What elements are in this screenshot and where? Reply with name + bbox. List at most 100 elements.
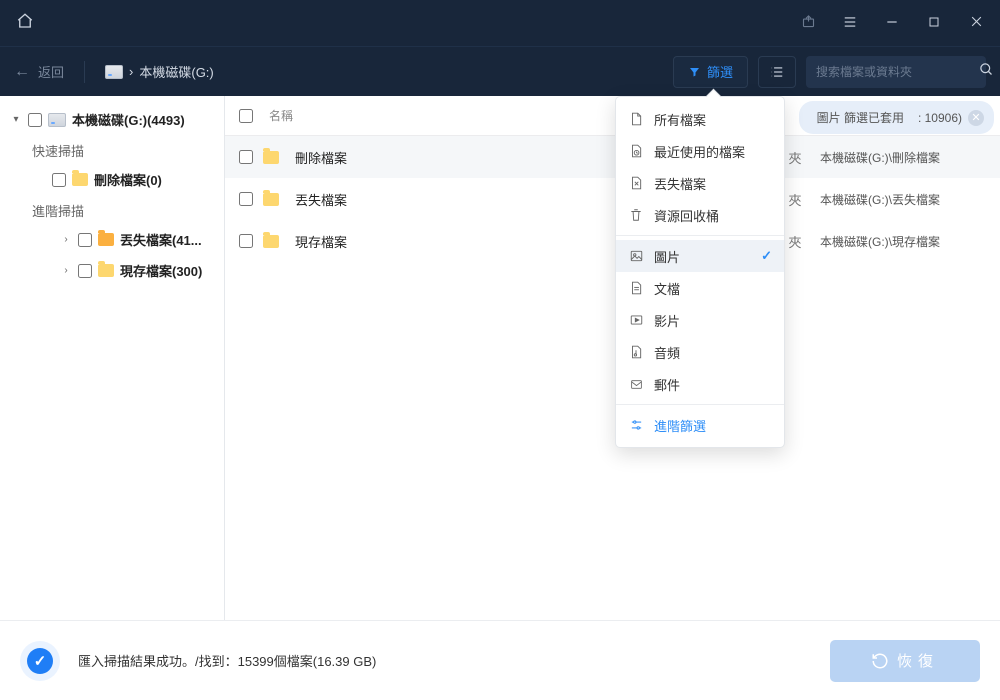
folder-icon (72, 173, 88, 186)
check-icon: ✓ (761, 248, 772, 264)
table-row[interactable]: 刪除檔案 夾 本機磁碟(G:)\刪除檔案 (225, 136, 1000, 178)
lost-file-icon (628, 175, 644, 191)
image-icon (628, 248, 644, 264)
search-box[interactable] (806, 56, 986, 88)
row-checkbox[interactable] (239, 234, 253, 248)
video-icon (628, 312, 644, 328)
status-badge: ✓ (20, 641, 60, 681)
tree-root-checkbox[interactable] (28, 113, 42, 127)
dropdown-item-recent[interactable]: 最近使用的檔案 (616, 135, 784, 167)
chevron-right-icon[interactable]: › (60, 265, 72, 276)
dropdown-item-image[interactable]: 圖片 ✓ (616, 240, 784, 272)
table-row[interactable]: 丟失檔案 夾 本機磁碟(G:)\丟失檔案 (225, 178, 1000, 220)
back-label: 返回 (38, 62, 64, 81)
footer: ✓ 匯入掃描結果成功。/找到：15399個檔案(16.39 GB) 恢復 (0, 620, 1000, 700)
tree-root[interactable]: ▾ 本機磁碟(G:)(4493) (4, 104, 220, 135)
column-header: 名稱 大小 圖片 篩選已套用 : 10906) ✕ (225, 96, 1000, 136)
table-row[interactable]: 現存檔案 夾 本機磁碟(G:)\現存檔案 (225, 220, 1000, 262)
tree-section-quick: 快速掃描 (4, 135, 220, 164)
dropdown-label: 丟失檔案 (654, 174, 706, 193)
tree-item-existing[interactable]: › 現存檔案(300) (4, 255, 220, 286)
sidebar: ▾ 本機磁碟(G:)(4493) 快速掃描 刪除檔案(0) 進階掃描 › 丟失檔… (0, 96, 225, 620)
dropdown-item-recycle[interactable]: 資源回收桶 (616, 199, 784, 231)
tree-item-label: 現存檔案(300) (120, 261, 202, 280)
filter-button[interactable]: 篩選 (673, 56, 748, 88)
filter-chip-label: 圖片 篩選已套用 (809, 106, 912, 129)
dropdown-item-lost[interactable]: 丟失檔案 (616, 167, 784, 199)
view-toggle-button[interactable] (758, 56, 796, 88)
close-button[interactable] (962, 15, 990, 31)
tree-item-checkbox[interactable] (52, 173, 66, 187)
dropdown-item-audio[interactable]: 音頻 (616, 336, 784, 368)
restore-icon (871, 652, 889, 670)
row-path: 本機磁碟(G:)\現存檔案 (820, 233, 1000, 250)
dropdown-item-document[interactable]: 文檔 (616, 272, 784, 304)
file-icon (628, 111, 644, 127)
filter-chip-count: : 10906) (918, 111, 962, 125)
tree-item-lost[interactable]: › 丟失檔案(41... (4, 224, 220, 255)
dropdown-label: 影片 (654, 311, 680, 330)
dropdown-label: 文檔 (654, 279, 680, 298)
dropdown-separator (616, 404, 784, 405)
clock-file-icon (628, 143, 644, 159)
tree-item-label: 丟失檔案(41... (120, 230, 202, 249)
drive-icon (105, 65, 123, 79)
dropdown-item-advanced[interactable]: 進階篩選 (616, 409, 784, 441)
row-checkbox[interactable] (239, 150, 253, 164)
folder-icon (263, 235, 279, 248)
filter-chip-close[interactable]: ✕ (968, 110, 984, 126)
filter-dropdown: 所有檔案 最近使用的檔案 丟失檔案 資源回收桶 圖片 ✓ 文 (615, 96, 785, 448)
tree-section-deep: 進階掃描 (4, 195, 220, 224)
tree-item-checkbox[interactable] (78, 233, 92, 247)
header-bar: ← 返回 › 本機磁碟(G:) 篩選 (0, 46, 1000, 96)
dropdown-label: 最近使用的檔案 (654, 142, 745, 161)
tree-item-label: 刪除檔案(0) (94, 170, 162, 189)
dropdown-item-video[interactable]: 影片 (616, 304, 784, 336)
share-icon[interactable] (794, 14, 822, 32)
breadcrumb[interactable]: › 本機磁碟(G:) (105, 62, 214, 81)
search-input[interactable] (816, 65, 971, 79)
folder-icon (263, 193, 279, 206)
dropdown-label: 所有檔案 (654, 110, 706, 129)
chevron-right-icon[interactable]: › (60, 234, 72, 245)
minimize-button[interactable] (878, 15, 906, 32)
sliders-icon (628, 417, 644, 433)
file-list: 名稱 大小 圖片 篩選已套用 : 10906) ✕ 刪除檔案 夾 本機磁碟(G:… (225, 96, 1000, 620)
recover-label: 恢復 (897, 650, 939, 671)
row-checkbox[interactable] (239, 192, 253, 206)
row-path: 本機磁碟(G:)\丟失檔案 (820, 191, 1000, 208)
main-area: ▾ 本機磁碟(G:)(4493) 快速掃描 刪除檔案(0) 進階掃描 › 丟失檔… (0, 96, 1000, 620)
recover-button[interactable]: 恢復 (830, 640, 980, 682)
tree-item-checkbox[interactable] (78, 264, 92, 278)
audio-icon (628, 344, 644, 360)
separator (84, 61, 85, 83)
chevron-down-icon[interactable]: ▾ (10, 114, 22, 125)
home-icon[interactable] (10, 6, 40, 41)
folder-icon (98, 233, 114, 246)
dropdown-item-all[interactable]: 所有檔案 (616, 103, 784, 135)
back-button[interactable]: ← 返回 (14, 62, 64, 81)
mail-icon (628, 376, 644, 392)
menu-icon[interactable] (836, 15, 864, 32)
title-bar (0, 0, 1000, 46)
dropdown-label: 圖片 (654, 247, 680, 266)
search-icon[interactable] (979, 62, 994, 82)
tree-root-label: 本機磁碟(G:)(4493) (72, 110, 185, 129)
breadcrumb-sep: › (129, 64, 133, 79)
dropdown-separator (616, 235, 784, 236)
maximize-button[interactable] (920, 15, 948, 31)
check-icon: ✓ (27, 648, 53, 674)
select-all-checkbox[interactable] (239, 109, 253, 123)
filter-chip: 圖片 篩選已套用 : 10906) ✕ (799, 101, 994, 134)
dropdown-label: 資源回收桶 (654, 206, 719, 225)
dropdown-item-mail[interactable]: 郵件 (616, 368, 784, 400)
dropdown-label: 郵件 (654, 375, 680, 394)
filter-icon (688, 66, 701, 78)
folder-icon (98, 264, 114, 277)
tree-item-deleted[interactable]: 刪除檔案(0) (4, 164, 220, 195)
footer-message: 匯入掃描結果成功。/找到：15399個檔案(16.39 GB) (78, 651, 376, 670)
dropdown-label: 進階篩選 (654, 416, 706, 435)
dropdown-label: 音頻 (654, 343, 680, 362)
drive-icon (48, 113, 66, 127)
row-path: 本機磁碟(G:)\刪除檔案 (820, 149, 1000, 166)
